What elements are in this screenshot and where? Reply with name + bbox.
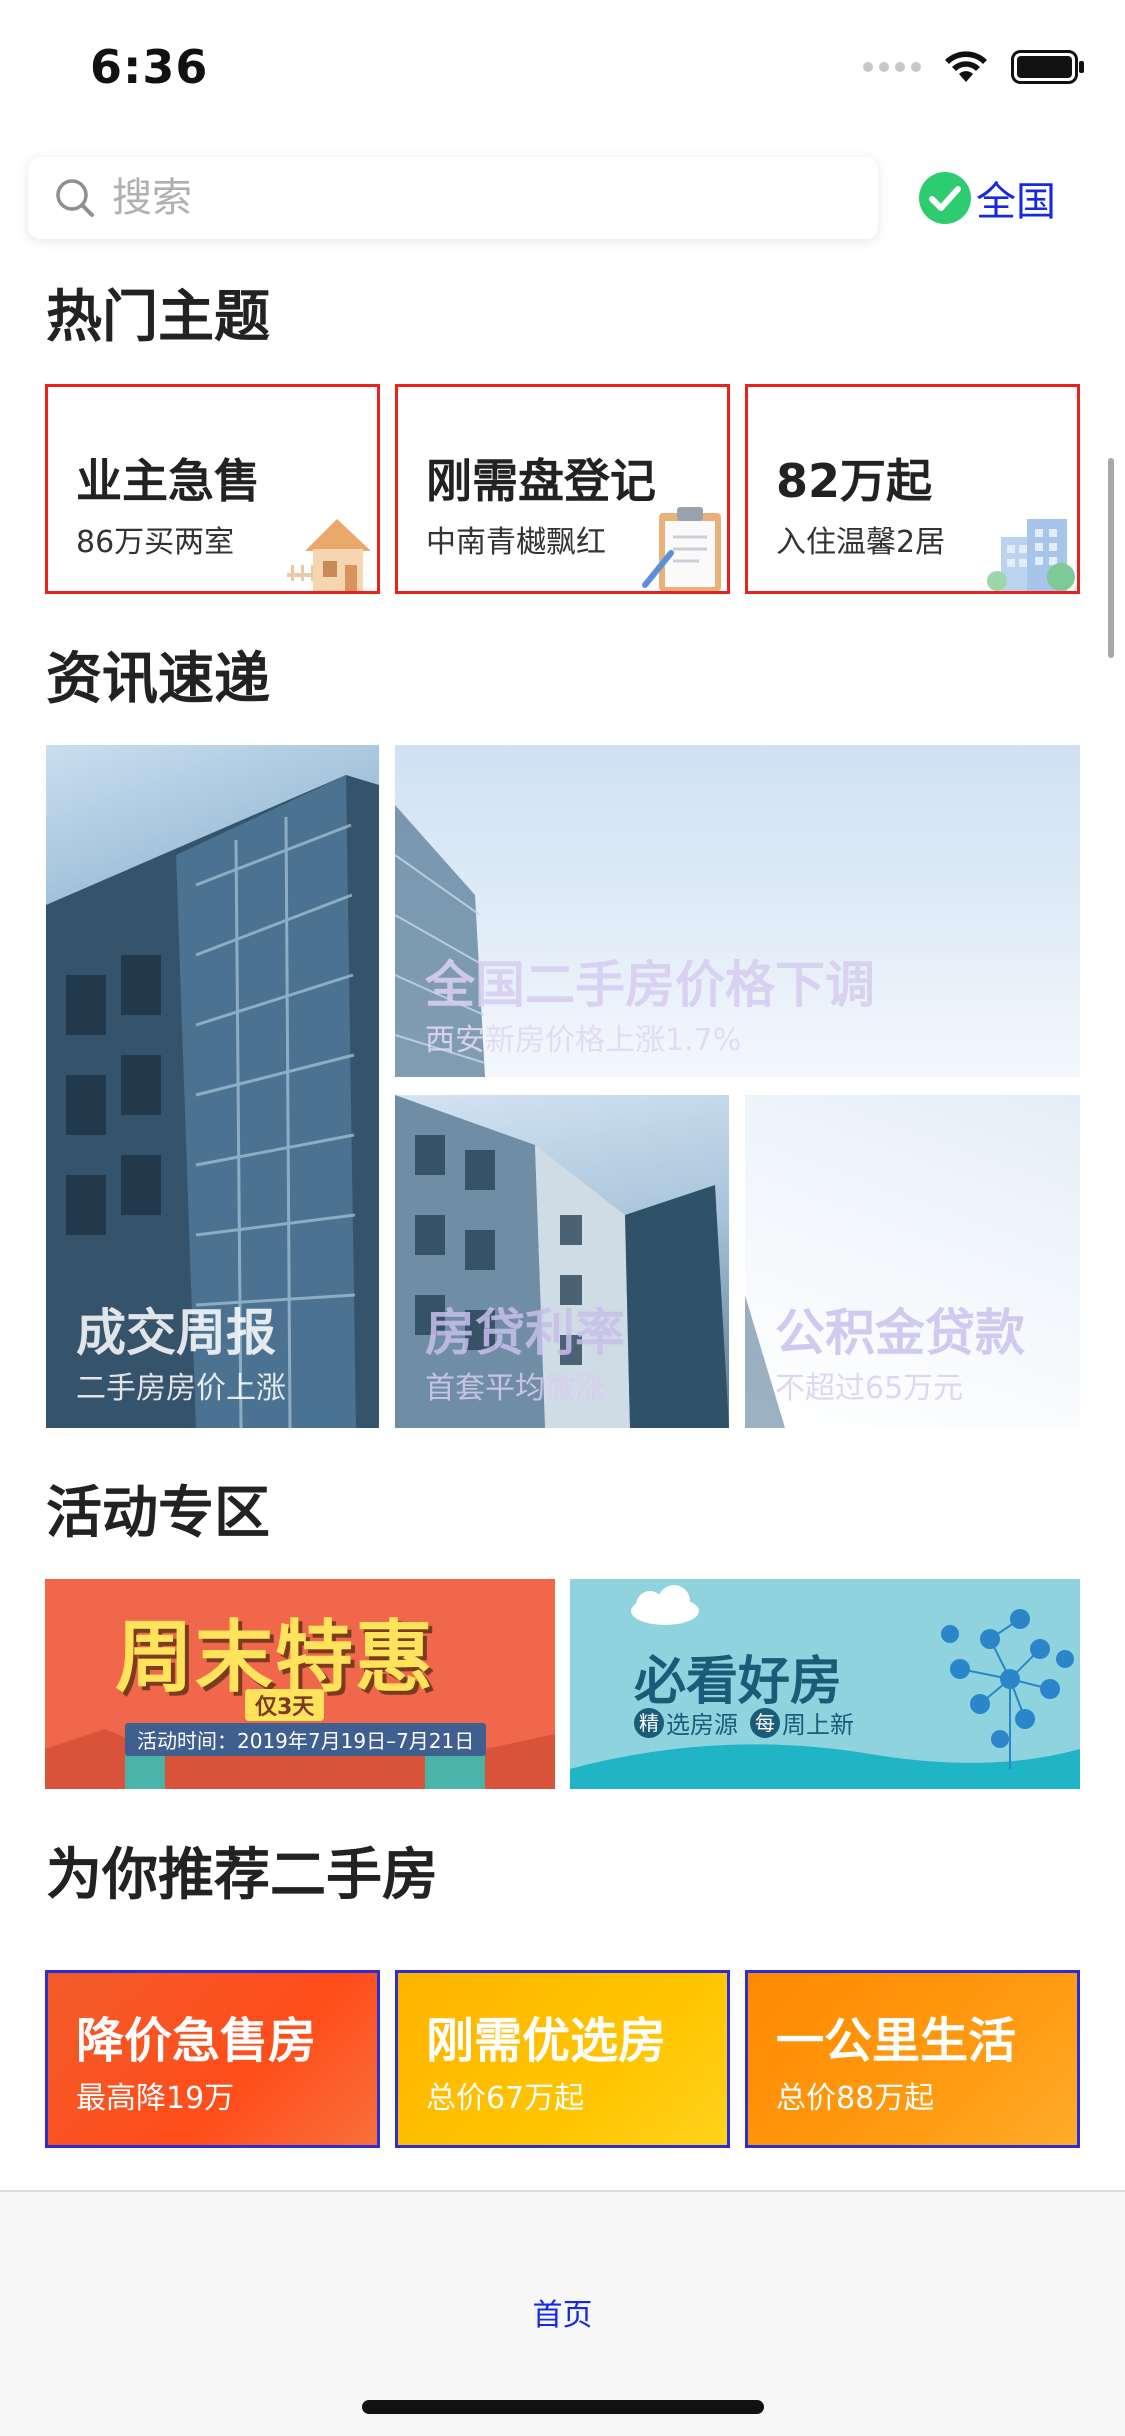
search-bar[interactable] xyxy=(28,157,878,239)
badge-mei: 每 xyxy=(750,1707,780,1738)
section-title-activity: 活动专区 xyxy=(46,1481,270,1546)
recommend-subtitle: 最高降19万 xyxy=(76,2081,235,2116)
buildings-icon xyxy=(987,519,1075,591)
news-subtitle: 不超过65万元 xyxy=(775,1371,964,1406)
news-subtitle: 首套平均微涨 xyxy=(425,1371,605,1406)
recommend-card-price-drop[interactable]: 降价急售房 最高降19万 xyxy=(45,1970,380,2148)
section-title-news: 资讯速递 xyxy=(46,647,270,712)
activity-title: 必看好房 xyxy=(634,1652,843,1712)
recommend-subtitle: 总价88万起 xyxy=(776,2081,935,2116)
search-icon xyxy=(56,179,94,217)
activity-date: 活动时间：2019年7月19日–7月21日 xyxy=(125,1723,487,1756)
section-title-recommend: 为你推荐二手房 xyxy=(46,1843,438,1908)
recommend-card-essential[interactable]: 刚需优选房 总价67万起 xyxy=(395,1970,730,2148)
recommend-title: 刚需优选房 xyxy=(426,2013,667,2069)
home-indicator[interactable] xyxy=(362,2400,764,2414)
news-title: 全国二手房价格下调 xyxy=(425,956,875,1014)
check-circle-icon xyxy=(919,172,971,224)
recommend-title: 一公里生活 xyxy=(776,2013,1017,2069)
topic-title: 刚需盘登记 xyxy=(426,454,656,508)
news-title: 公积金贷款 xyxy=(775,1304,1025,1362)
topic-title: 82万起 xyxy=(776,454,933,508)
search-input[interactable] xyxy=(112,175,812,221)
section-title-hot: 热门主题 xyxy=(46,285,270,350)
news-subtitle: 二手房房价上涨 xyxy=(76,1371,286,1406)
signal-icon xyxy=(863,62,921,72)
status-icons xyxy=(863,50,1085,84)
news-tile-national-price[interactable]: 全国二手房价格下调 西安新房价格上涨1.7% xyxy=(395,745,1080,1077)
news-tile-weekly-report[interactable]: 成交周报 二手房房价上涨 xyxy=(46,745,379,1428)
tab-bar: 首页 xyxy=(0,2190,1125,2436)
activity-subtitle: 精 选房源 每 周上新 xyxy=(634,1705,854,1740)
scroll-indicator[interactable] xyxy=(1108,458,1114,658)
news-title: 房贷利率 xyxy=(425,1304,625,1362)
topic-card-register[interactable]: 刚需盘登记 中南青樾飘红 xyxy=(395,384,730,594)
battery-icon xyxy=(1011,50,1084,84)
status-bar: 6:36 xyxy=(0,0,1125,140)
house-icon xyxy=(287,519,371,591)
activity-tag: 仅3天 xyxy=(245,1689,325,1721)
clipboard-icon xyxy=(642,507,721,591)
topic-subtitle: 86万买两室 xyxy=(76,525,235,560)
status-time: 6:36 xyxy=(90,40,209,94)
wifi-icon xyxy=(945,51,987,82)
topic-subtitle: 入住温馨2居 xyxy=(776,525,946,560)
topic-card-82-start[interactable]: 82万起 入住温馨2居 xyxy=(745,384,1080,594)
activity-banner-must-see[interactable]: 必看好房 精 选房源 每 周上新 xyxy=(570,1579,1080,1789)
activity-banner-weekend-deal[interactable]: 周末特惠 仅3天 活动时间：2019年7月19日–7月21日 xyxy=(45,1579,555,1789)
recommend-card-one-km[interactable]: 一公里生活 总价88万起 xyxy=(745,1970,1080,2148)
region-label: 全国 xyxy=(976,179,1056,225)
news-title: 成交周报 xyxy=(76,1304,276,1362)
subtitle-part: 选房源 xyxy=(666,1711,738,1739)
topic-subtitle: 中南青樾飘红 xyxy=(426,525,606,560)
news-tile-loan-rate[interactable]: 房贷利率 首套平均微涨 xyxy=(395,1095,729,1428)
subtitle-part: 周上新 xyxy=(782,1711,854,1739)
badge-jing: 精 xyxy=(634,1707,664,1738)
news-tile-housing-fund[interactable]: 公积金贷款 不超过65万元 xyxy=(745,1095,1080,1428)
news-subtitle: 西安新房价格上涨1.7% xyxy=(425,1023,742,1058)
topic-title: 业主急售 xyxy=(76,454,260,508)
region-selector[interactable]: 全国 xyxy=(918,170,1056,226)
recommend-subtitle: 总价67万起 xyxy=(426,2081,585,2116)
topic-card-owner-sale[interactable]: 业主急售 86万买两室 xyxy=(45,384,380,594)
tab-home[interactable]: 首页 xyxy=(0,2290,1125,2334)
recommend-title: 降价急售房 xyxy=(76,2013,317,2069)
